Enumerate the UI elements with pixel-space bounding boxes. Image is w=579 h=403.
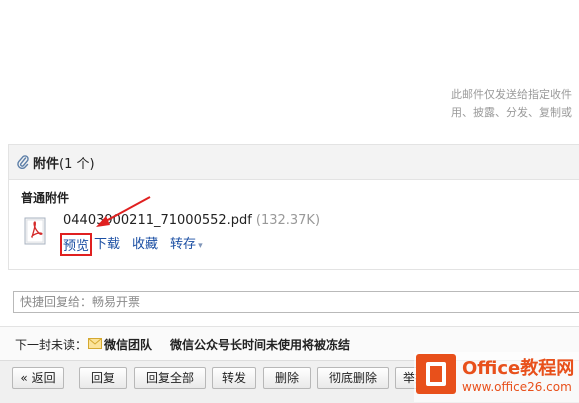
attachment-size: (132.37K) xyxy=(255,213,321,228)
reply-button[interactable]: 回复 xyxy=(79,367,127,389)
next-unread-sender[interactable]: 微信团队 xyxy=(104,336,152,353)
attachment-filename-text[interactable]: 04403900211_71000552.pdf xyxy=(63,213,252,228)
attachments-title: 附件 xyxy=(33,156,60,172)
office-logo-icon xyxy=(416,354,456,394)
pdf-icon[interactable] xyxy=(23,217,49,247)
delete-button[interactable]: 删除 xyxy=(263,367,311,389)
normal-attachments-label: 普通附件 xyxy=(21,191,70,205)
attachment-actions: 预览 下载 收藏 转存 ▾ xyxy=(60,233,227,256)
quick-reply-input[interactable]: 快捷回复给：畅易开票 xyxy=(13,291,579,313)
next-unread-label: 下一封未读： xyxy=(15,338,88,352)
envelope-icon xyxy=(88,338,102,349)
watermark-title: Office教程网 xyxy=(462,358,575,379)
attachment-filename[interactable]: 04403900211_71000552.pdf (132.37K) xyxy=(63,213,320,228)
reply-all-button[interactable]: 回复全部 xyxy=(134,367,206,389)
quick-reply-placeholder: 快捷回复给：畅易开票 xyxy=(20,295,141,309)
notice-line-2: 用、披露、分发、复制或 xyxy=(451,106,572,119)
attachments-header: 附件 (1 个) xyxy=(9,145,579,180)
back-button[interactable]: « 返回 xyxy=(12,367,64,389)
save-to-dropdown[interactable]: 转存 ▾ xyxy=(170,233,215,256)
preview-link[interactable]: 预览 xyxy=(60,233,93,256)
site-watermark: Office教程网 www.office26.com xyxy=(414,352,579,402)
watermark-url: www.office26.com xyxy=(462,380,572,394)
chevron-down-icon: ▾ xyxy=(198,241,203,251)
next-unread-subject[interactable]: 微信公众号长时间未使用将被冻结 xyxy=(170,336,350,353)
save-to-label: 转存 xyxy=(170,237,197,252)
recipient-notice: 此邮件仅发送给指定收件 用、披露、分发、复制或 xyxy=(451,86,579,122)
forward-button[interactable]: 转发 xyxy=(212,367,256,389)
notice-line-1: 此邮件仅发送给指定收件 xyxy=(451,88,572,101)
attachments-panel: 附件 (1 个) 普通附件 04403900211_71000552.pdf (1… xyxy=(8,144,579,270)
paperclip-icon xyxy=(17,155,29,169)
favorite-link[interactable]: 收藏 xyxy=(132,233,158,256)
delete-permanently-button[interactable]: 彻底删除 xyxy=(317,367,389,389)
download-link[interactable]: 下载 xyxy=(94,233,120,256)
attachments-count: (1 个) xyxy=(59,156,95,172)
